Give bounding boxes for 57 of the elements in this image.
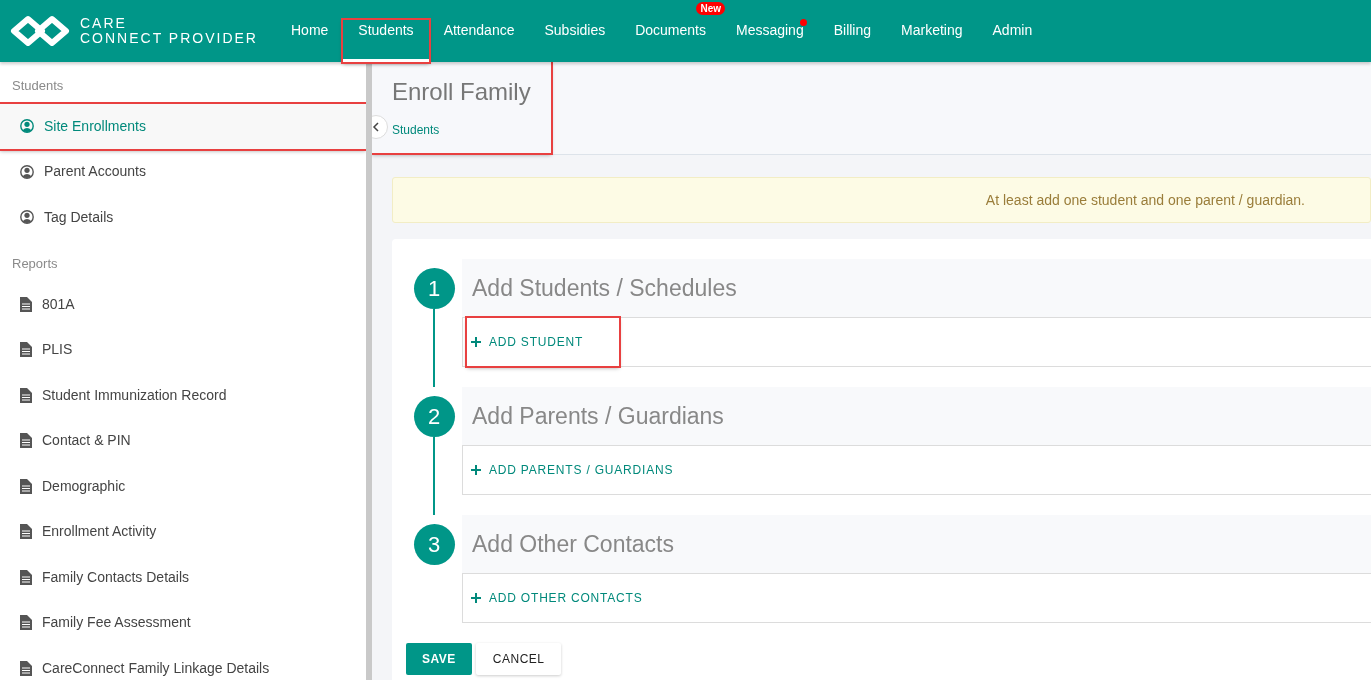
nav-tab[interactable]: Students	[343, 20, 429, 62]
document-icon	[20, 660, 32, 676]
nav-tab[interactable]: Marketing	[886, 20, 978, 62]
plus-icon	[471, 465, 481, 475]
page-title: Enroll Family	[392, 78, 531, 107]
new-badge: New	[696, 2, 725, 15]
step-title: Add Students / Schedules	[462, 259, 1371, 317]
nav-tab[interactable]: Admin	[977, 20, 1048, 62]
step-number: 3	[413, 524, 455, 565]
sidebar-item[interactable]: Contact & PIN	[0, 418, 366, 464]
save-button[interactable]: SAVE	[406, 643, 472, 675]
nav-tab[interactable]: Billing	[818, 20, 887, 62]
nav-tab[interactable]: Home	[276, 20, 344, 62]
document-icon	[20, 478, 32, 494]
sidebar-item[interactable]: Parent Accounts	[0, 149, 366, 195]
section-heading: Reports	[11, 255, 59, 273]
sidebar-item[interactable]: PLIS	[0, 327, 366, 373]
document-icon	[20, 524, 32, 540]
document-icon	[20, 342, 32, 358]
sidebar-item[interactable]: CareConnect Family Linkage Details	[0, 645, 366, 680]
step-number: 2	[413, 396, 455, 437]
logo-icon	[8, 15, 72, 47]
brand-name: CONNECT PROVIDER	[80, 31, 258, 46]
document-icon	[20, 433, 32, 449]
breadcrumb-link[interactable]: Students	[392, 122, 440, 137]
brand-name: CARE	[80, 16, 128, 31]
plus-icon	[471, 337, 481, 347]
add-button[interactable]: ADD STUDENT	[467, 318, 620, 366]
document-icon	[20, 387, 32, 403]
sidebar-item[interactable]: Tag Details	[0, 194, 366, 240]
sidebar-item[interactable]: 801A	[0, 281, 366, 327]
add-button[interactable]: ADD OTHER CONTACTS	[467, 574, 679, 622]
chevron-left-icon	[372, 122, 380, 132]
nav-tab[interactable]: Attendance	[428, 20, 530, 62]
document-icon	[20, 296, 32, 312]
sidebar-item[interactable]: Site Enrollments	[0, 103, 366, 149]
document-icon	[20, 615, 32, 631]
nav-tab[interactable]: Messaging	[721, 20, 819, 62]
add-button[interactable]: ADD PARENTS / GUARDIANS	[467, 446, 710, 494]
sidebar-item[interactable]: Demographic	[0, 463, 366, 509]
alert-message: At least add one student and one parent / guardian.	[392, 177, 1371, 223]
nav-tab[interactable]: Documents	[620, 20, 721, 62]
sidebar-item[interactable]: Family Fee Assessment	[0, 600, 366, 646]
sidebar-item[interactable]: Enrollment Activity	[0, 509, 366, 555]
sidebar-item[interactable]: Student Immunization Record	[0, 372, 366, 418]
user-icon	[20, 119, 34, 134]
step-number: 1	[413, 268, 455, 309]
plus-icon	[471, 593, 481, 603]
section-heading: Students	[11, 77, 65, 95]
user-icon	[20, 164, 34, 179]
user-icon	[20, 210, 34, 225]
nav-tab[interactable]: Subsidies	[529, 20, 621, 62]
step-title: Add Parents / Guardians	[462, 387, 1371, 445]
step-title: Add Other Contacts	[462, 515, 1371, 573]
cancel-button[interactable]: CANCEL	[475, 643, 562, 675]
sidebar-item[interactable]: Family Contacts Details	[0, 554, 366, 600]
document-icon	[20, 569, 32, 585]
